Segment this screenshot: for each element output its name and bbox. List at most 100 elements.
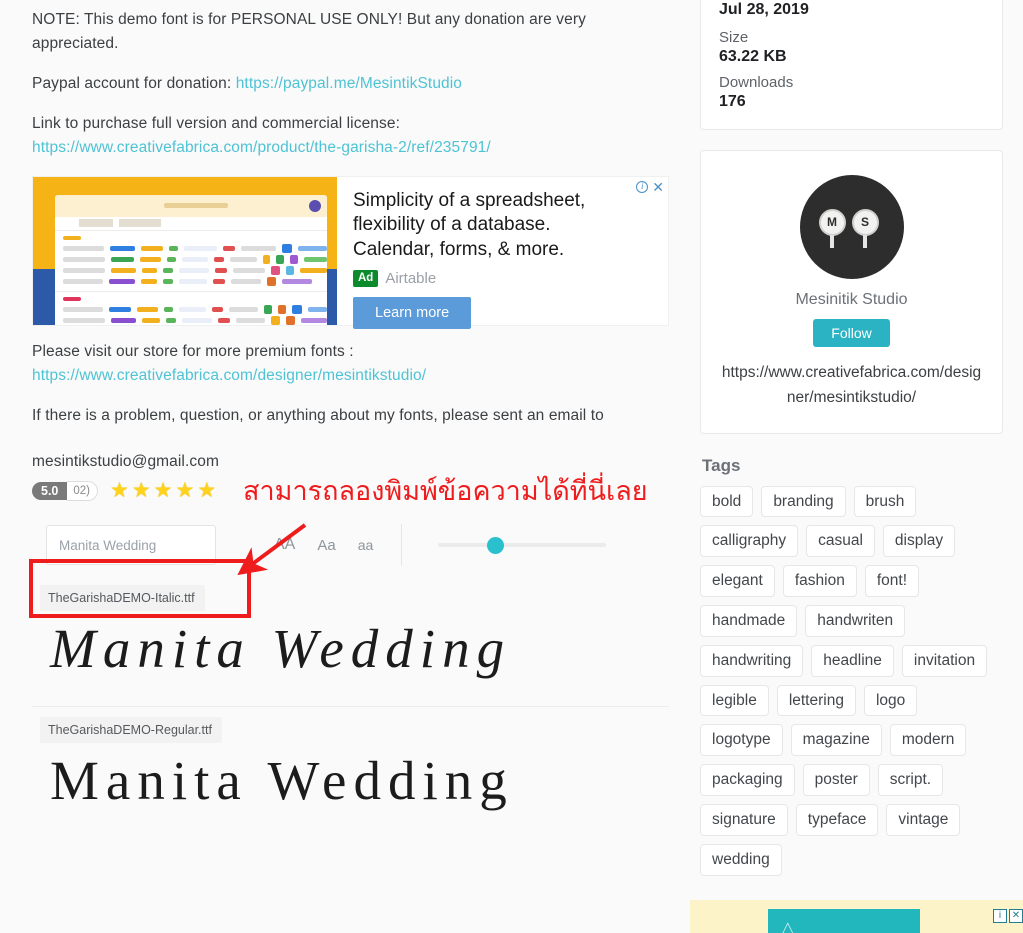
- font-sample-text: Manita Wedding: [50, 749, 514, 811]
- purchase-link[interactable]: https://www.creativefabrica.com/product/…: [32, 139, 491, 156]
- purchase-line: Link to purchase full version and commer…: [32, 112, 672, 160]
- avatar-pin-m-icon: M: [818, 209, 846, 248]
- tag-item[interactable]: logo: [863, 684, 918, 717]
- bottom-ad-info-icon[interactable]: i: [993, 909, 1007, 923]
- mock-grid-group: [55, 291, 327, 326]
- tag-item[interactable]: packaging: [700, 764, 795, 797]
- slider-thumb[interactable]: [487, 536, 505, 554]
- bottom-ad-panel: △: [768, 909, 920, 933]
- follow-button[interactable]: Follow: [813, 319, 890, 347]
- paypal-link[interactable]: https://paypal.me/MesintikStudio: [236, 75, 462, 92]
- sidebar-column: Jul 28, 2019 Size 63.22 KB Downloads 176…: [690, 0, 1023, 933]
- paypal-label: Paypal account for donation:: [32, 75, 236, 93]
- font-detail-page: NOTE: This demo font is for PERSONAL USE…: [0, 0, 1023, 933]
- author-profile-url[interactable]: https://www.creativefabrica.com/designer…: [719, 361, 984, 411]
- preview-text-input[interactable]: [46, 525, 216, 566]
- rating-stars[interactable]: ★ ★ ★ ★ ★: [110, 480, 216, 501]
- tag-item[interactable]: typeface: [795, 804, 879, 836]
- avatar-pin-s-icon: S: [851, 209, 879, 248]
- mock-toolbar: [55, 195, 327, 218]
- file-meta-card: Jul 28, 2019 Size 63.22 KB Downloads 176: [700, 0, 1003, 130]
- main-content-column: NOTE: This demo font is for PERSONAL USE…: [0, 0, 690, 933]
- font-preview-item: TheGarishaDEMO-Italic.ttf Manita Wedding: [32, 575, 669, 706]
- tag-item[interactable]: legible: [700, 684, 769, 717]
- tag-item[interactable]: vintage: [886, 804, 961, 836]
- ad-close-icon[interactable]: ✕: [652, 180, 664, 194]
- bottom-ad-logo-icon: △: [782, 919, 794, 933]
- author-name: Mesinitik Studio: [795, 291, 908, 308]
- ad-learn-more-button[interactable]: Learn more: [353, 297, 472, 330]
- tag-item[interactable]: branding: [761, 485, 846, 518]
- store-link[interactable]: https://www.creativefabrica.com/designer…: [32, 367, 426, 384]
- ad-headline: Simplicity of a spreadsheet, flexibility…: [353, 190, 586, 260]
- contact-email: mesintikstudio@gmail.com: [32, 453, 219, 471]
- bottom-advertisement[interactable]: △ i ✕: [690, 900, 1023, 933]
- tag-item[interactable]: brush: [853, 485, 917, 518]
- size-small-button[interactable]: aa: [358, 537, 374, 553]
- font-preview-item: TheGarishaDEMO-Regular.ttf Manita Weddin…: [32, 705, 669, 838]
- slider-track: [438, 543, 607, 548]
- font-sample-text: Manita Wedding: [50, 618, 512, 680]
- font-file-name: TheGarishaDEMO-Italic.ttf: [40, 585, 205, 612]
- author-card: M S Mesinitik Studio Follow https://www.…: [700, 150, 1003, 434]
- store-label: Please visit our store for more premium …: [32, 343, 354, 361]
- tag-item[interactable]: invitation: [901, 644, 988, 677]
- font-preview-toolbar: AA Aa aa: [32, 515, 669, 576]
- store-line: Please visit our store for more premium …: [32, 340, 672, 388]
- ad-badge: Ad: [353, 270, 379, 287]
- bottom-ad-close-icon[interactable]: ✕: [1009, 909, 1023, 923]
- tag-item[interactable]: logotype: [700, 724, 783, 757]
- paypal-line: Paypal account for donation: https://pay…: [32, 72, 672, 96]
- ad-advertiser-name: Airtable: [385, 270, 437, 288]
- tag-item[interactable]: wedding: [700, 843, 782, 876]
- ad-controls: i ✕: [636, 180, 664, 194]
- mock-tabs: [55, 217, 327, 231]
- tag-item[interactable]: calligraphy: [700, 525, 799, 558]
- star-icon[interactable]: ★: [197, 480, 216, 501]
- tag-item[interactable]: handmade: [700, 605, 798, 637]
- avatar: M S: [799, 175, 904, 279]
- contact-label: If there is a problem, question, or anyt…: [32, 407, 604, 425]
- mock-title-bar: [163, 203, 228, 209]
- tag-item[interactable]: poster: [802, 764, 870, 797]
- tags-list: bold branding brush calligraphy casual d…: [700, 485, 1003, 876]
- mock-grid-group: [55, 230, 327, 291]
- star-icon[interactable]: ★: [132, 480, 151, 501]
- tag-item[interactable]: lettering: [776, 684, 856, 717]
- tag-item[interactable]: headline: [811, 644, 894, 677]
- annotation-arrow-icon: [237, 523, 307, 576]
- toolbar-divider: [401, 524, 403, 567]
- font-size-slider[interactable]: [438, 535, 607, 555]
- tag-item[interactable]: fashion: [782, 565, 857, 598]
- tag-item[interactable]: bold: [700, 485, 754, 518]
- tag-item[interactable]: display: [882, 525, 956, 558]
- advertisement-banner[interactable]: i ✕ Simplicity of a spreadsheet, flexibi…: [32, 176, 669, 330]
- tag-item[interactable]: casual: [806, 525, 875, 558]
- ad-text-area: i ✕ Simplicity of a spreadsheet, flexibi…: [337, 177, 668, 330]
- upload-date-value: Jul 28, 2019: [719, 1, 809, 18]
- size-value: 63.22 KB: [719, 48, 787, 65]
- ad-thumbnail-image: [33, 177, 337, 326]
- rating-score-badge: 5.0: [32, 481, 68, 500]
- tag-item[interactable]: handwriting: [700, 644, 804, 677]
- ad-info-icon[interactable]: i: [636, 181, 649, 194]
- font-file-name: TheGarishaDEMO-Regular.ttf: [40, 716, 222, 743]
- ad-spreadsheet-mock: [55, 195, 327, 326]
- star-icon[interactable]: ★: [154, 480, 173, 501]
- tag-item[interactable]: elegant: [700, 565, 775, 598]
- downloads-value: 176: [719, 93, 746, 110]
- bottom-ad-controls: i ✕: [993, 909, 1023, 923]
- tag-item[interactable]: script.: [877, 764, 944, 797]
- tag-item[interactable]: handwriten: [805, 605, 906, 637]
- tag-item[interactable]: signature: [700, 804, 788, 836]
- purchase-label: Link to purchase full version and commer…: [32, 115, 400, 133]
- star-icon[interactable]: ★: [176, 480, 195, 501]
- star-icon[interactable]: ★: [110, 480, 129, 501]
- tag-item[interactable]: font!: [864, 565, 920, 598]
- annotation-thai-text: สามารถลองพิมพ์ข้อความได้ที่นี่เลย: [243, 476, 648, 507]
- tag-item[interactable]: modern: [889, 724, 967, 757]
- rating-count: 02): [67, 480, 99, 501]
- tags-section-title: Tags: [702, 455, 741, 475]
- downloads-label: Downloads: [719, 74, 794, 91]
- tag-item[interactable]: magazine: [790, 724, 882, 757]
